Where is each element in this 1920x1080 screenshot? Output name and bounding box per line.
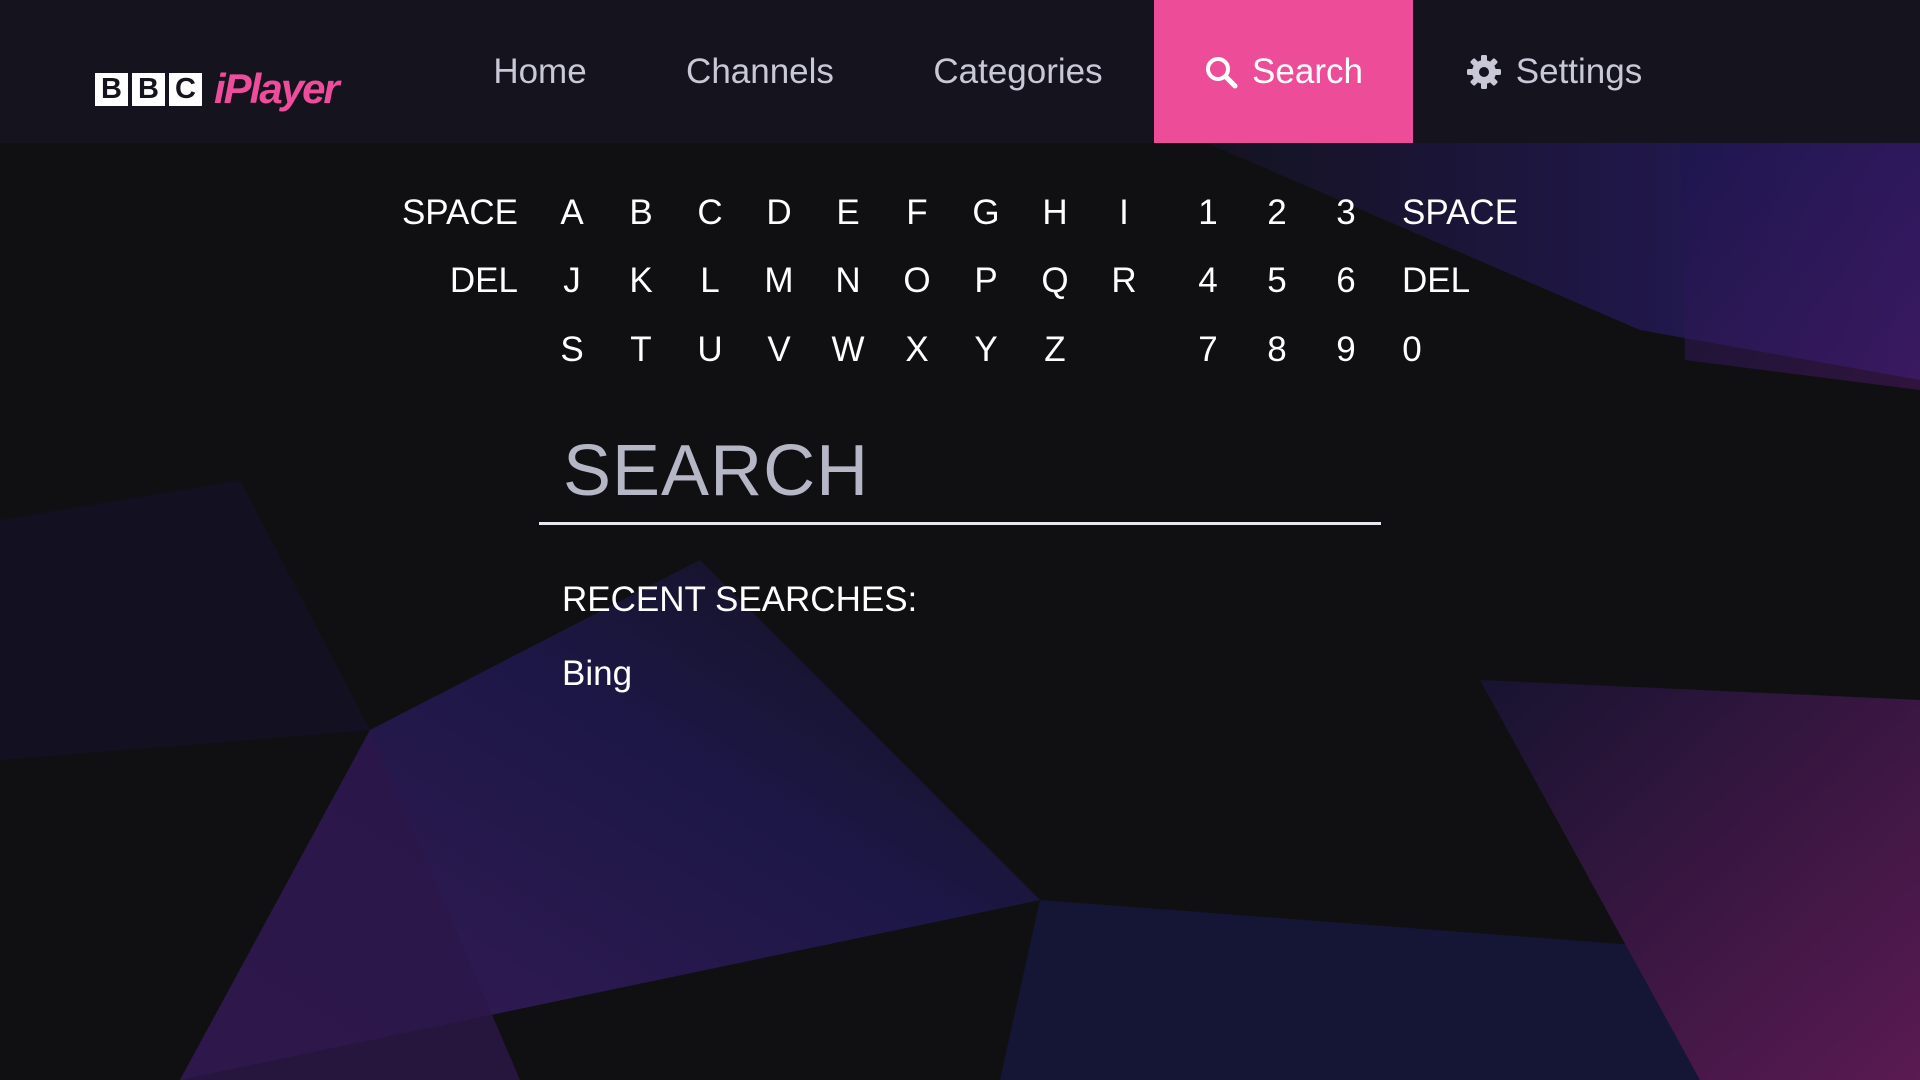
key-e[interactable]: E xyxy=(818,188,878,238)
key-3[interactable]: 3 xyxy=(1316,188,1376,238)
nav-search-label: Search xyxy=(1252,51,1363,91)
key-m[interactable]: M xyxy=(749,256,809,306)
nav-search[interactable]: Search xyxy=(1154,0,1413,143)
search-input[interactable]: SEARCH xyxy=(539,424,1381,525)
key-f[interactable]: F xyxy=(887,188,947,238)
key-j[interactable]: J xyxy=(542,256,602,306)
key-del-right[interactable]: DEL xyxy=(1402,256,1532,306)
key-z[interactable]: Z xyxy=(1025,325,1085,375)
key-8[interactable]: 8 xyxy=(1247,325,1307,375)
key-i[interactable]: I xyxy=(1094,188,1154,238)
key-del-left[interactable]: DEL xyxy=(388,256,518,306)
key-c[interactable]: C xyxy=(680,188,740,238)
key-7[interactable]: 7 xyxy=(1178,325,1238,375)
gear-icon xyxy=(1466,54,1501,89)
bbc-logo-letter: B xyxy=(132,72,165,106)
nav-home-label: Home xyxy=(493,51,587,91)
key-6[interactable]: 6 xyxy=(1316,256,1376,306)
key-2[interactable]: 2 xyxy=(1247,188,1307,238)
key-k[interactable]: K xyxy=(611,256,671,306)
background-art xyxy=(0,0,1920,1080)
recent-searches-heading: RECENT SEARCHES: xyxy=(562,580,918,619)
nav-channels[interactable]: Channels xyxy=(664,0,856,143)
key-u[interactable]: U xyxy=(680,325,740,375)
bbc-iplayer-logo[interactable]: B B C iPlayer xyxy=(95,65,340,112)
iplayer-wordmark: iPlayer xyxy=(214,65,340,112)
key-w[interactable]: W xyxy=(818,325,878,375)
nav-settings-label: Settings xyxy=(1515,51,1643,91)
key-1[interactable]: 1 xyxy=(1178,188,1238,238)
key-r[interactable]: R xyxy=(1094,256,1154,306)
key-0[interactable]: 0 xyxy=(1382,325,1442,375)
key-space-left[interactable]: SPACE xyxy=(388,188,518,238)
search-icon xyxy=(1206,56,1238,88)
key-p[interactable]: P xyxy=(956,256,1016,306)
nav-categories[interactable]: Categories xyxy=(912,0,1124,143)
bbc-logo-letter: B xyxy=(95,72,128,106)
key-d[interactable]: D xyxy=(749,188,809,238)
key-x[interactable]: X xyxy=(887,325,947,375)
nav-categories-label: Categories xyxy=(933,51,1103,91)
key-n[interactable]: N xyxy=(818,256,878,306)
nav-home[interactable]: Home xyxy=(464,0,616,143)
key-5[interactable]: 5 xyxy=(1247,256,1307,306)
key-s[interactable]: S xyxy=(542,325,602,375)
key-9[interactable]: 9 xyxy=(1316,325,1376,375)
key-v[interactable]: V xyxy=(749,325,809,375)
bbc-logo-letter: C xyxy=(169,72,202,106)
key-y[interactable]: Y xyxy=(956,325,1016,375)
key-space-right[interactable]: SPACE xyxy=(1402,188,1532,238)
key-g[interactable]: G xyxy=(956,188,1016,238)
nav-channels-label: Channels xyxy=(686,51,834,91)
key-q[interactable]: Q xyxy=(1025,256,1085,306)
key-o[interactable]: O xyxy=(887,256,947,306)
recent-search-item[interactable]: Bing xyxy=(562,654,632,694)
key-t[interactable]: T xyxy=(611,325,671,375)
search-placeholder: SEARCH xyxy=(563,431,870,511)
top-navigation-bar: B B C iPlayer Home Channels Categories S… xyxy=(0,0,1920,143)
key-a[interactable]: A xyxy=(542,188,602,238)
key-4[interactable]: 4 xyxy=(1178,256,1238,306)
key-l[interactable]: L xyxy=(680,256,740,306)
key-h[interactable]: H xyxy=(1025,188,1085,238)
key-b[interactable]: B xyxy=(611,188,671,238)
nav-settings[interactable]: Settings xyxy=(1438,0,1670,143)
